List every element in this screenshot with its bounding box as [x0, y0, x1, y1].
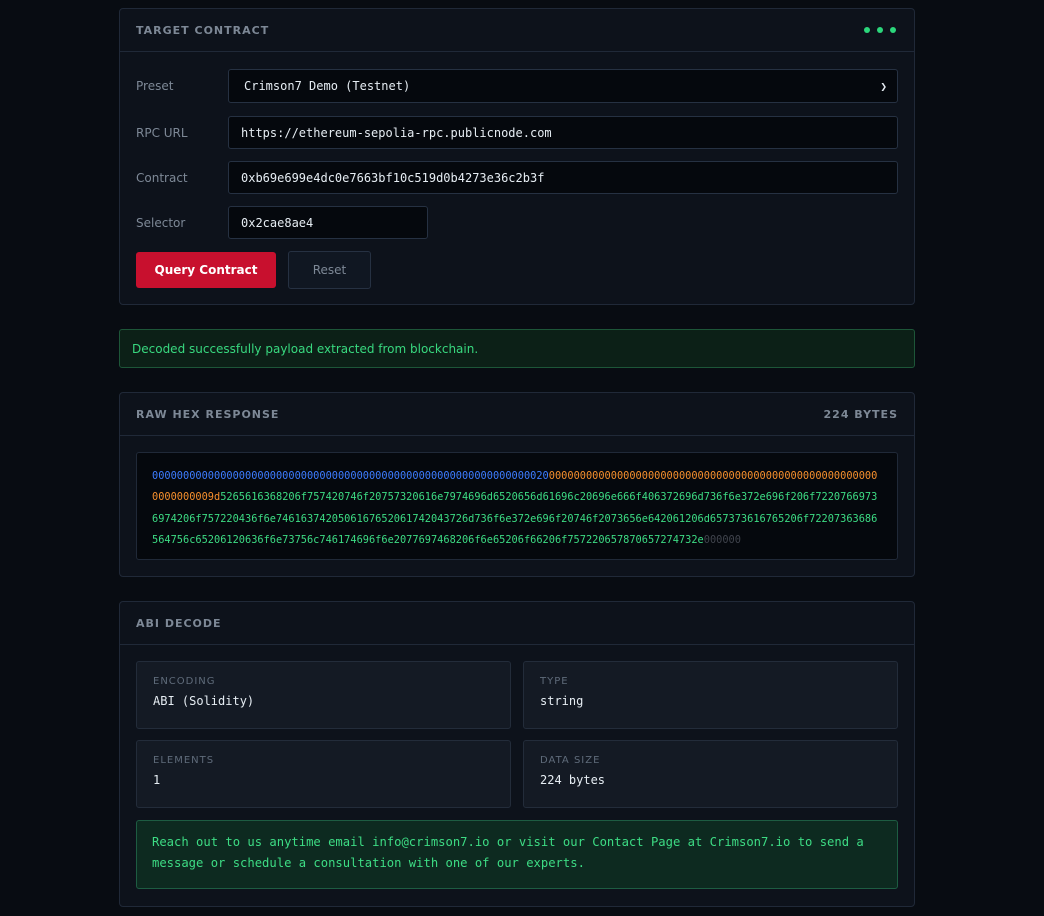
- success-message: Decoded successfully payload extracted f…: [132, 341, 479, 356]
- panel-title: TARGET CONTRACT: [136, 23, 270, 37]
- data-size-cell: DATA SIZE 224 bytes: [523, 740, 898, 808]
- contract-input[interactable]: 0xb69e699e4dc0e7663bf10c519d0b4273e36c2b…: [228, 161, 898, 194]
- hex-data-tail-segment: 2e: [691, 533, 704, 546]
- rpc-url-value: https://ethereum-sepolia-rpc.publicnode.…: [241, 125, 552, 140]
- selector-row: Selector 0x2cae8ae4: [136, 206, 428, 239]
- encoding-cell: ENCODING ABI (Solidity): [136, 661, 511, 729]
- encoding-label: ENCODING: [153, 676, 216, 687]
- target-contract-header: TARGET CONTRACT: [120, 9, 914, 52]
- rpc-label: RPC URL: [136, 125, 188, 140]
- elements-value: 1: [153, 773, 161, 787]
- type-label: TYPE: [540, 676, 569, 687]
- success-banner: Decoded successfully payload extracted f…: [119, 329, 915, 368]
- selector-input[interactable]: 0x2cae8ae4: [228, 206, 428, 239]
- rpc-row: RPC URL https://ethereum-sepolia-rpc.pub…: [136, 116, 898, 149]
- hex-offset-segment: 0000000000000000000000000000000000000000…: [152, 470, 549, 482]
- target-contract-panel: TARGET CONTRACT Preset Crimson7 Demo (Te…: [119, 8, 915, 305]
- preset-select-value: Crimson7 Demo (Testnet): [244, 79, 411, 93]
- decoded-message: Reach out to us anytime email info@crims…: [136, 820, 898, 889]
- hex-data-segment: 5265616368206f757420746f20757320616e7974…: [152, 491, 878, 546]
- panel-title: RAW HEX RESPONSE: [136, 407, 280, 421]
- contract-value: 0xb69e699e4dc0e7663bf10c519d0b4273e36c2b…: [241, 170, 545, 185]
- status-dots-icon: [864, 27, 896, 33]
- hex-output: 0000000000000000000000000000000000000000…: [136, 452, 898, 560]
- contract-label: Contract: [136, 170, 188, 185]
- selector-value: 0x2cae8ae4: [241, 215, 314, 230]
- data-size-label: DATA SIZE: [540, 755, 601, 766]
- elements-cell: ELEMENTS 1: [136, 740, 511, 808]
- raw-hex-header: RAW HEX RESPONSE 224 BYTES: [120, 393, 914, 436]
- chevron-down-icon: ❯: [880, 79, 887, 93]
- contract-row: Contract 0xb69e699e4dc0e7663bf10c519d0b4…: [136, 161, 898, 194]
- encoding-value: ABI (Solidity): [153, 694, 255, 708]
- panel-title: ABI DECODE: [136, 616, 222, 630]
- abi-decode-header: ABI DECODE: [120, 602, 914, 645]
- rpc-url-input[interactable]: https://ethereum-sepolia-rpc.publicnode.…: [228, 116, 898, 149]
- dot-icon: [890, 27, 896, 33]
- preset-row: Preset Crimson7 Demo (Testnet) ❯: [136, 69, 898, 103]
- type-cell: TYPE string: [523, 661, 898, 729]
- type-value: string: [540, 694, 584, 708]
- elements-label: ELEMENTS: [153, 755, 215, 766]
- byte-count-badge: 224 BYTES: [823, 407, 898, 421]
- reset-button[interactable]: Reset: [288, 251, 371, 289]
- selector-label: Selector: [136, 215, 186, 230]
- preset-select[interactable]: Crimson7 Demo (Testnet) ❯: [228, 69, 898, 103]
- data-size-value: 224 bytes: [540, 773, 606, 787]
- query-contract-button[interactable]: Query Contract: [136, 252, 276, 288]
- dot-icon: [864, 27, 870, 33]
- preset-label: Preset: [136, 79, 174, 93]
- abi-decode-panel: ABI DECODE ENCODING ABI (Solidity) TYPE …: [119, 601, 915, 907]
- dot-icon: [877, 27, 883, 33]
- hex-padding-segment: 000000: [703, 533, 741, 546]
- raw-hex-panel: RAW HEX RESPONSE 224 BYTES 0000000000000…: [119, 392, 915, 577]
